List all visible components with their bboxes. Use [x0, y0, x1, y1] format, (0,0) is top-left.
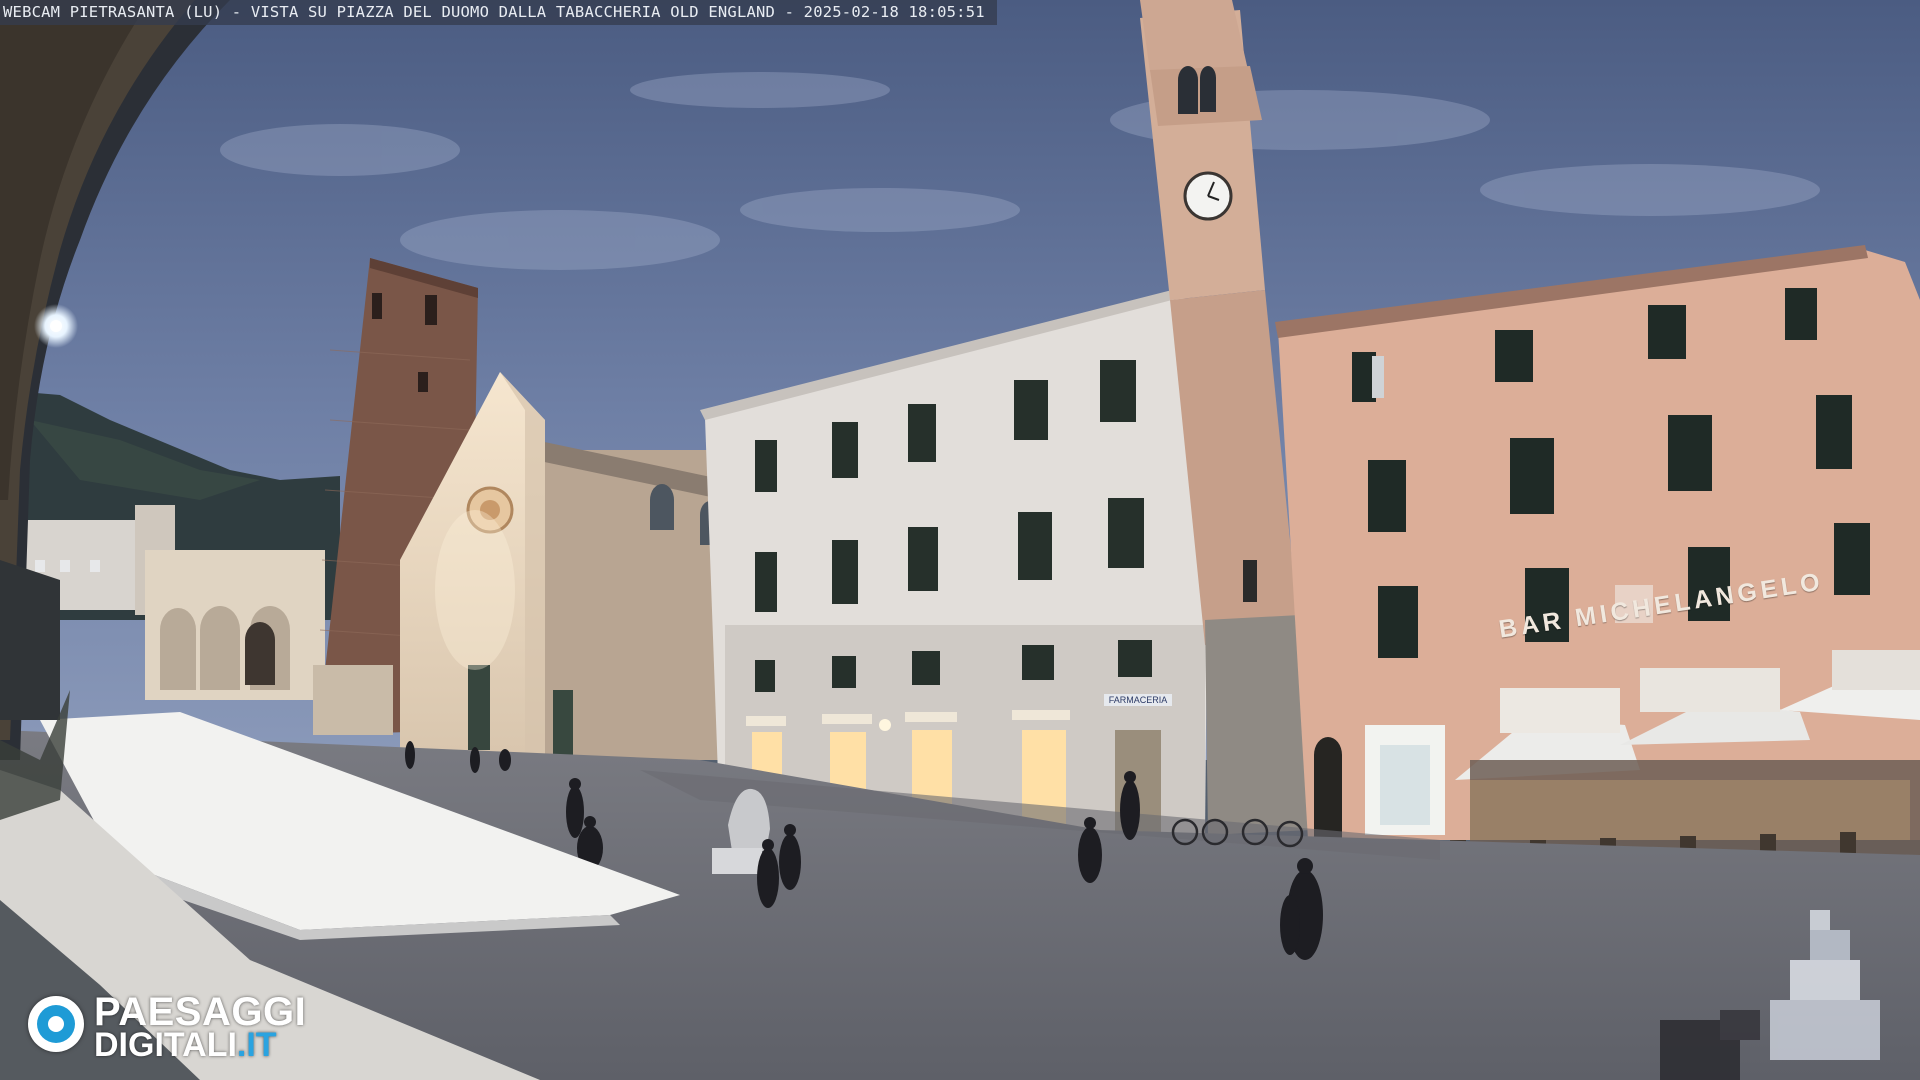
lens-icon	[28, 996, 84, 1052]
logo-line2-tld: .IT	[236, 1026, 277, 1064]
paesaggi-digitali-logo: PAESAGGI DIGITALI.IT	[26, 992, 346, 1062]
webcam-view: WEBCAM PIETRASANTA (LU) - VISTA SU PIAZZ…	[0, 0, 1920, 1080]
logo-line2: DIGITALI.IT	[94, 1028, 277, 1062]
logo-line2-main: DIGITALI	[94, 1026, 237, 1064]
webcam-caption: WEBCAM PIETRASANTA (LU) - VISTA SU PIAZZ…	[0, 0, 997, 25]
piazza-scene	[0, 0, 1920, 1080]
shop-sign: FARMACERIA	[1104, 694, 1172, 706]
